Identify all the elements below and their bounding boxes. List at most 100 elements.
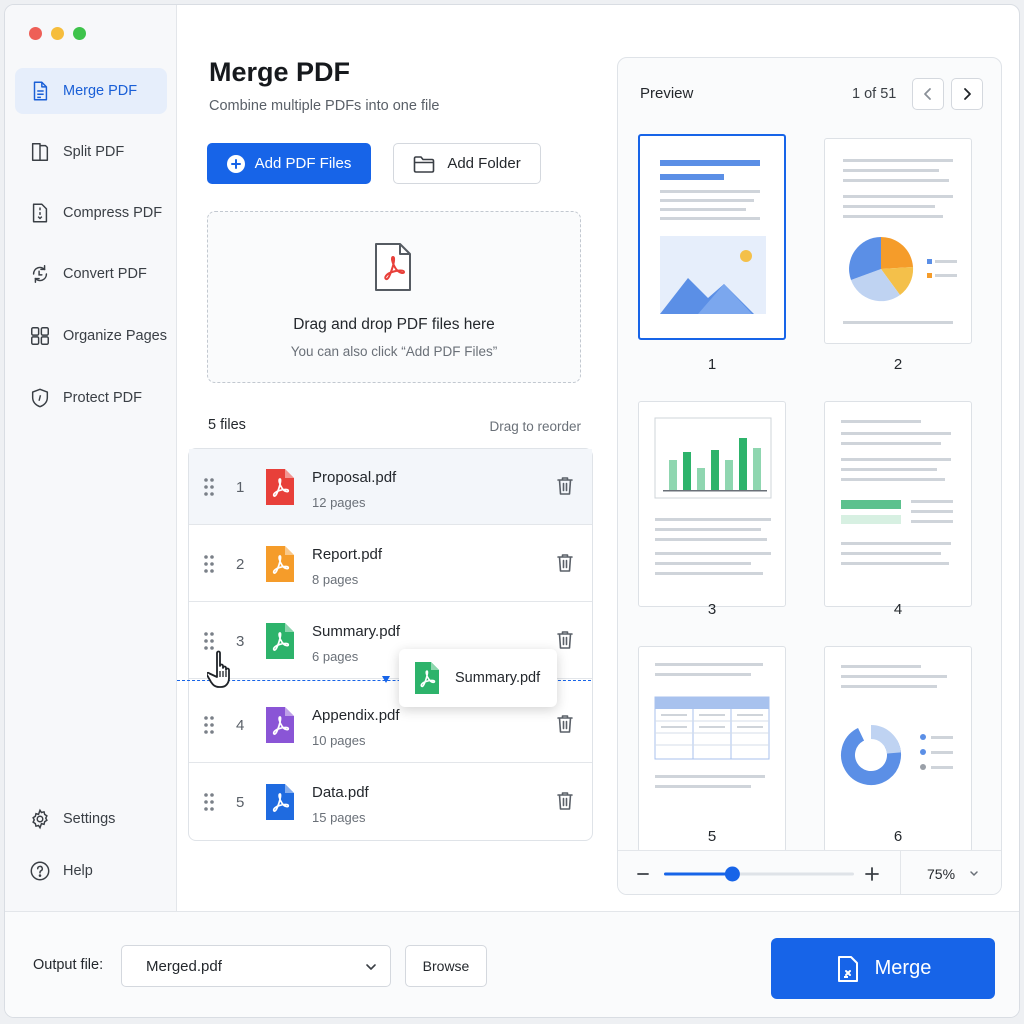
minimize-window-button[interactable] <box>51 27 64 40</box>
file-row[interactable]: 2 Report.pdf 8 pages <box>189 526 592 602</box>
page-2-content <box>843 159 957 324</box>
zoom-out-icon[interactable] <box>636 867 650 881</box>
sidebar-item-organize-pages[interactable]: Organize Pages <box>15 313 167 359</box>
page-label-6: 6 <box>893 828 903 845</box>
drag-handle-icon[interactable] <box>204 475 214 499</box>
merge-button[interactable]: Merge <box>771 938 995 999</box>
zoom-window-button[interactable] <box>73 27 86 40</box>
dropzone[interactable]: Drag and drop PDF files here You can als… <box>207 211 581 383</box>
compress-pdf-icon <box>32 203 48 223</box>
sidebar-item-label: Merge PDF <box>63 83 138 99</box>
file-pages: 10 pages <box>312 733 366 748</box>
zoom-slider-thumb[interactable] <box>724 866 740 882</box>
sidebar-item-merge-pdf[interactable]: Merge PDF <box>15 68 167 114</box>
zoom-slider[interactable] <box>664 863 854 885</box>
drag-ghost-label: Summary.pdf <box>455 670 541 686</box>
page-label-3: 3 <box>707 601 717 618</box>
zoom-level-select[interactable]: 75% <box>927 866 955 882</box>
sidebar-item-label: Settings <box>63 811 116 827</box>
preview-title: Preview <box>640 85 694 102</box>
sidebar-item-split-pdf[interactable]: Split PDF <box>15 129 167 175</box>
preview-panel: Preview 1 of 51 1 2 3 4 5 6 75% <box>617 57 1002 895</box>
merge-file-icon <box>837 955 858 982</box>
trash-icon[interactable] <box>556 714 574 734</box>
sidebar-item-settings[interactable]: Settings <box>15 796 167 842</box>
pdf-file-icon <box>266 623 294 659</box>
page-subtitle: Combine multiple PDFs into one file <box>209 98 440 114</box>
app-window: Merge PDF Split PDF Compress PDF Convert… <box>4 4 1020 1018</box>
file-name: Appendix.pdf <box>312 707 400 724</box>
page-thumbnail-2[interactable] <box>824 138 972 344</box>
sidebar: Merge PDF Split PDF Compress PDF Convert… <box>5 5 177 911</box>
file-name: Summary.pdf <box>312 623 401 640</box>
page-thumbnail-3[interactable] <box>638 401 786 607</box>
page-label-2: 2 <box>893 356 903 373</box>
sidebar-item-label: Protect PDF <box>63 390 142 406</box>
file-index: 5 <box>236 794 245 811</box>
drag-handle-icon[interactable] <box>204 713 214 737</box>
page-5-content <box>654 663 770 788</box>
trash-icon[interactable] <box>556 791 574 811</box>
file-row[interactable]: 1 Proposal.pdf 12 pages <box>189 449 592 525</box>
trash-icon[interactable] <box>556 553 574 573</box>
merge-label: Merge <box>874 957 932 979</box>
plus-circle-icon <box>226 154 245 173</box>
help-icon <box>30 861 50 881</box>
zoom-bar: 75% <box>618 850 1001 894</box>
pdf-file-icon <box>266 469 294 505</box>
files-count: 5 files <box>208 417 246 433</box>
chevron-down-icon <box>366 964 376 970</box>
chevron-right-icon <box>964 88 971 100</box>
page-thumbnail-1[interactable] <box>638 134 786 340</box>
browse-button[interactable]: Browse <box>405 945 487 987</box>
trash-icon[interactable] <box>556 476 574 496</box>
output-file-label: Output file: <box>33 957 104 973</box>
hand-cursor-icon <box>207 650 230 688</box>
file-index: 4 <box>236 717 245 734</box>
drop-indicator-marker <box>382 676 390 683</box>
file-index: 1 <box>236 479 245 496</box>
close-window-button[interactable] <box>29 27 42 40</box>
trash-icon[interactable] <box>556 630 574 650</box>
page-title: Merge PDF <box>209 57 351 87</box>
page-thumbnail-5[interactable] <box>638 646 786 852</box>
page-6-content <box>841 665 953 785</box>
main-panel: Merge PDF Combine multiple PDFs into one… <box>177 5 615 911</box>
file-pages: 15 pages <box>312 810 366 825</box>
shield-icon <box>31 388 49 408</box>
dropzone-title: Drag and drop PDF files here <box>293 316 495 333</box>
dropzone-subtitle: You can also click “Add PDF Files” <box>290 344 498 359</box>
split-pdf-icon <box>31 143 49 161</box>
sidebar-item-protect-pdf[interactable]: Protect PDF <box>15 375 167 421</box>
next-page-button[interactable] <box>951 78 983 110</box>
page-4-content <box>841 420 953 565</box>
chevron-down-icon <box>970 871 978 877</box>
file-pages: 6 pages <box>312 649 359 664</box>
sidebar-item-help[interactable]: Help <box>15 848 167 894</box>
file-index: 3 <box>236 633 245 650</box>
zoom-in-icon[interactable] <box>864 866 880 882</box>
page-label-5: 5 <box>707 828 717 845</box>
page-counter: 1 of 51 <box>852 86 897 102</box>
page-label-1: 1 <box>707 356 717 373</box>
drag-handle-icon[interactable] <box>204 552 214 576</box>
drag-hint: Drag to reorder <box>489 419 581 434</box>
file-list: 1 Proposal.pdf 12 pages 2 Report.pdf 8 pages 3… <box>188 448 593 841</box>
sidebar-item-label: Help <box>63 863 93 879</box>
file-name: Report.pdf <box>312 546 383 563</box>
add-folder-button[interactable]: Add Folder <box>393 143 541 184</box>
sidebar-item-convert-pdf[interactable]: Convert PDF <box>15 251 167 297</box>
sidebar-item-label: Organize Pages <box>63 328 167 344</box>
sidebar-item-compress-pdf[interactable]: Compress PDF <box>15 190 167 236</box>
previous-page-button[interactable] <box>912 78 944 110</box>
file-row[interactable]: 5 Data.pdf 15 pages <box>189 764 592 840</box>
sidebar-item-label: Convert PDF <box>63 266 147 282</box>
page-thumbnail-4[interactable] <box>824 401 972 607</box>
drag-handle-icon[interactable] <box>204 790 214 814</box>
file-pages: 8 pages <box>312 572 359 587</box>
output-file-select[interactable]: Merged.pdf <box>121 945 391 987</box>
page-thumbnail-6[interactable] <box>824 646 972 852</box>
convert-pdf-icon <box>32 265 48 283</box>
output-file-value: Merged.pdf <box>146 957 222 975</box>
add-pdf-files-button[interactable]: Add PDF Files <box>207 143 371 184</box>
